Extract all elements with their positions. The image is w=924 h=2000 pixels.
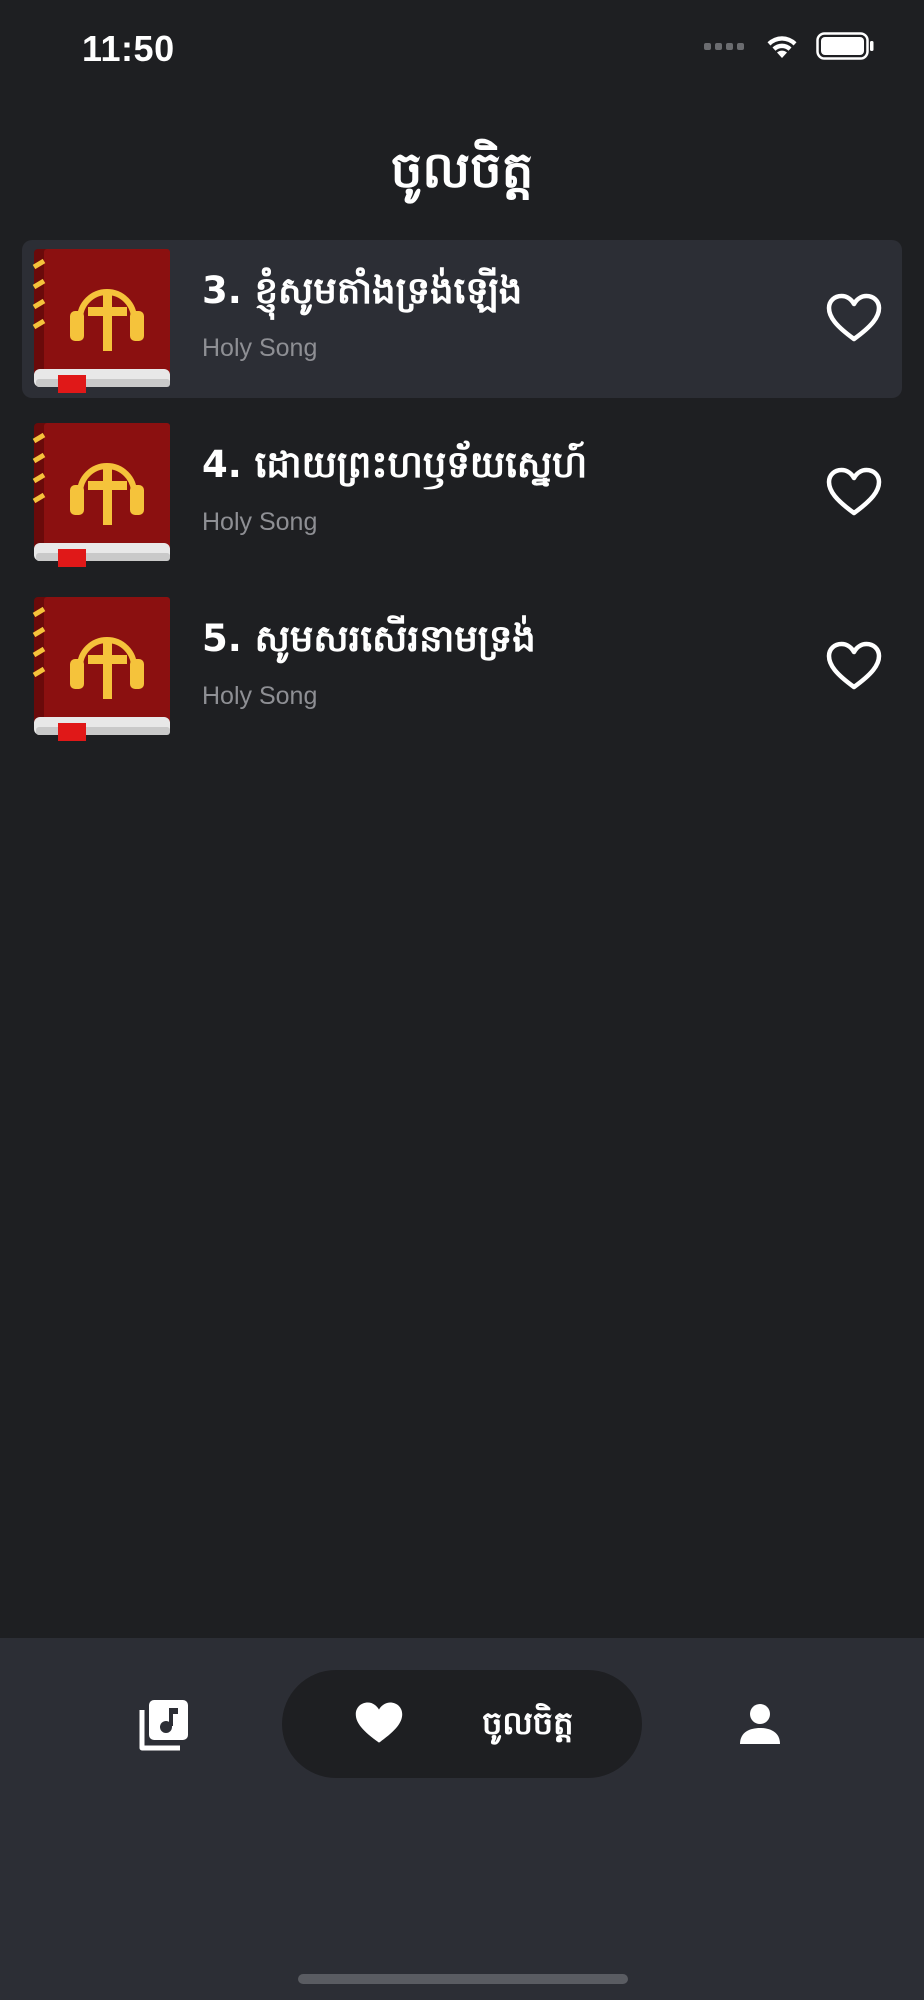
person-icon — [740, 1704, 780, 1744]
cellular-signal-icon — [704, 42, 744, 50]
song-item[interactable]: 5. សូមសរសើរនាមទ្រង់ Holy Song — [22, 588, 902, 746]
heart-icon — [355, 1702, 403, 1743]
status-time: 11:50 — [82, 28, 175, 69]
song-subtitle: Holy Song — [202, 334, 318, 362]
tab-favorites[interactable]: ចូលចិត្ត — [282, 1670, 642, 1778]
song-title: 4. ដោយព្រះហឫទ័យស្នេហ៍ — [202, 443, 588, 486]
music-library-icon — [139, 1700, 188, 1751]
battery-icon — [816, 32, 874, 60]
tab-bar: ចូលចិត្ត — [0, 1638, 924, 2000]
status-bar: 11:50 — [0, 0, 924, 100]
page-title: ចូលចិត្ត — [390, 141, 534, 199]
song-title: 3. ខ្ញុំសូមតាំងទ្រង់ឡើង — [202, 269, 523, 312]
tab-profile[interactable] — [738, 1702, 782, 1746]
holy-song-book-icon — [32, 597, 170, 741]
heart-outline-icon — [826, 641, 882, 690]
song-subtitle: Holy Song — [202, 508, 318, 536]
status-icons — [704, 32, 874, 60]
song-item[interactable]: 3. ខ្ញុំសូមតាំងទ្រង់ឡើង Holy Song — [22, 240, 902, 398]
holy-song-book-icon — [32, 423, 170, 567]
tab-songs[interactable] — [136, 1698, 190, 1752]
home-indicator[interactable] — [298, 1974, 628, 1984]
favorite-button[interactable] — [824, 290, 884, 346]
heart-outline-icon — [826, 467, 882, 516]
favorite-button[interactable] — [824, 638, 884, 694]
favorite-button[interactable] — [824, 464, 884, 520]
heart-outline-icon — [826, 293, 882, 342]
song-title: 5. សូមសរសើរនាមទ្រង់ — [202, 617, 536, 660]
favorites-screen: 11:50 ចូលចិត្ត 3. ខ្ញុំសូមតាំងទ្រង់ឡើង H… — [0, 0, 924, 2000]
favorites-list: 3. ខ្ញុំសូមតាំងទ្រង់ឡើង Holy Song 4. ដោយ… — [22, 240, 902, 762]
wifi-icon — [767, 36, 797, 58]
song-subtitle: Holy Song — [202, 682, 318, 710]
holy-song-book-icon — [32, 249, 170, 393]
tab-favorites-label: ចូលចិត្ត — [482, 1704, 574, 1742]
song-item[interactable]: 4. ដោយព្រះហឫទ័យស្នេហ៍ Holy Song — [22, 414, 902, 572]
